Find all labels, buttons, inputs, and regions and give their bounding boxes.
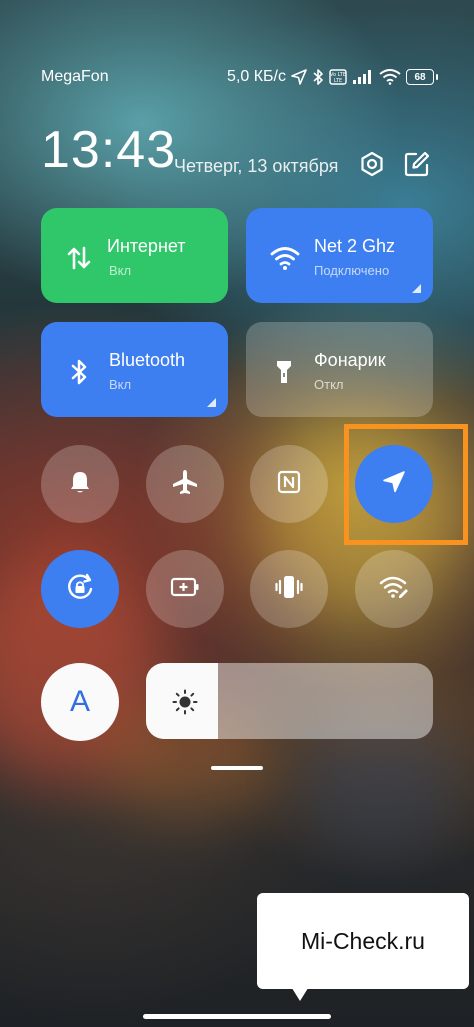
panel-handle[interactable]: [211, 766, 263, 770]
tile-state: Вкл: [109, 377, 132, 392]
toggle-nfc[interactable]: [250, 445, 328, 523]
battery-saver-icon: [170, 576, 200, 603]
toggle-wifi-hotspot[interactable]: [355, 550, 433, 628]
auto-brightness-button[interactable]: A: [41, 663, 119, 741]
vibrate-icon: [274, 573, 304, 606]
battery-icon: 68: [406, 69, 438, 85]
date: Четверг, 13 октября: [174, 156, 339, 176]
home-indicator[interactable]: [143, 1014, 331, 1019]
location-status-icon: [291, 69, 307, 85]
settings-icon[interactable]: [358, 150, 386, 178]
header: 13:43 Четверг, 13 октября: [41, 120, 432, 190]
edit-icon[interactable]: [403, 150, 431, 178]
mobile-data-icon: [65, 244, 93, 272]
expand-corner-icon[interactable]: [207, 398, 216, 407]
sun-icon: [172, 689, 198, 715]
watermark-label: Mi-Check.ru: [257, 893, 469, 989]
bell-icon: [67, 469, 93, 500]
wifi-edit-icon: [379, 574, 409, 605]
tile-state: Подключено: [314, 263, 390, 278]
watermark-text: Mi-Check.ru: [301, 927, 425, 954]
clock: 13:43: [41, 121, 177, 179]
tile-bluetooth[interactable]: Bluetooth Вкл: [41, 322, 228, 417]
highlight-frame: [344, 424, 468, 545]
carrier-name: MegaFon: [41, 68, 109, 85]
tile-label: Интернет: [107, 236, 186, 256]
rotation-lock-icon: [65, 572, 95, 607]
wifi-status-icon: [379, 69, 401, 85]
status-bar: MegaFon 5,0 КБ/с Vo LTE LTE 68: [41, 64, 438, 90]
tile-label: Net 2 Ghz: [314, 236, 396, 256]
tile-state: Вкл: [109, 263, 132, 278]
tile-label: Bluetooth: [109, 350, 186, 370]
wifi-icon: [270, 244, 300, 272]
expand-corner-icon[interactable]: [412, 284, 421, 293]
watermark-tail: [290, 985, 310, 1001]
airplane-icon: [171, 468, 199, 501]
bluetooth-status-icon: [312, 69, 324, 85]
tile-flashlight[interactable]: Фонарик Откл: [246, 322, 433, 417]
svg-text:LTE: LTE: [334, 78, 342, 84]
network-speed: 5,0 КБ/с: [227, 68, 286, 85]
auto-brightness-label: A: [69, 685, 90, 718]
toggle-vibrate[interactable]: [250, 550, 328, 628]
toggle-rotation-lock[interactable]: [41, 550, 119, 628]
toggle-airplane[interactable]: [146, 445, 224, 523]
volte-icon: Vo LTE LTE: [329, 69, 347, 85]
tile-mobile-data[interactable]: Интернет Вкл: [41, 208, 228, 303]
nfc-icon: [276, 469, 302, 500]
tile-wifi[interactable]: Net 2 Ghz Подключено: [246, 208, 433, 303]
tile-state: Откл: [314, 377, 344, 392]
toggle-battery-saver[interactable]: [146, 550, 224, 628]
bluetooth-icon: [65, 358, 93, 386]
flashlight-icon: [270, 358, 298, 386]
signal-icon: [352, 69, 374, 85]
toggle-mute[interactable]: [41, 445, 119, 523]
tile-label: Фонарик: [314, 350, 386, 370]
brightness-slider[interactable]: [146, 663, 433, 739]
